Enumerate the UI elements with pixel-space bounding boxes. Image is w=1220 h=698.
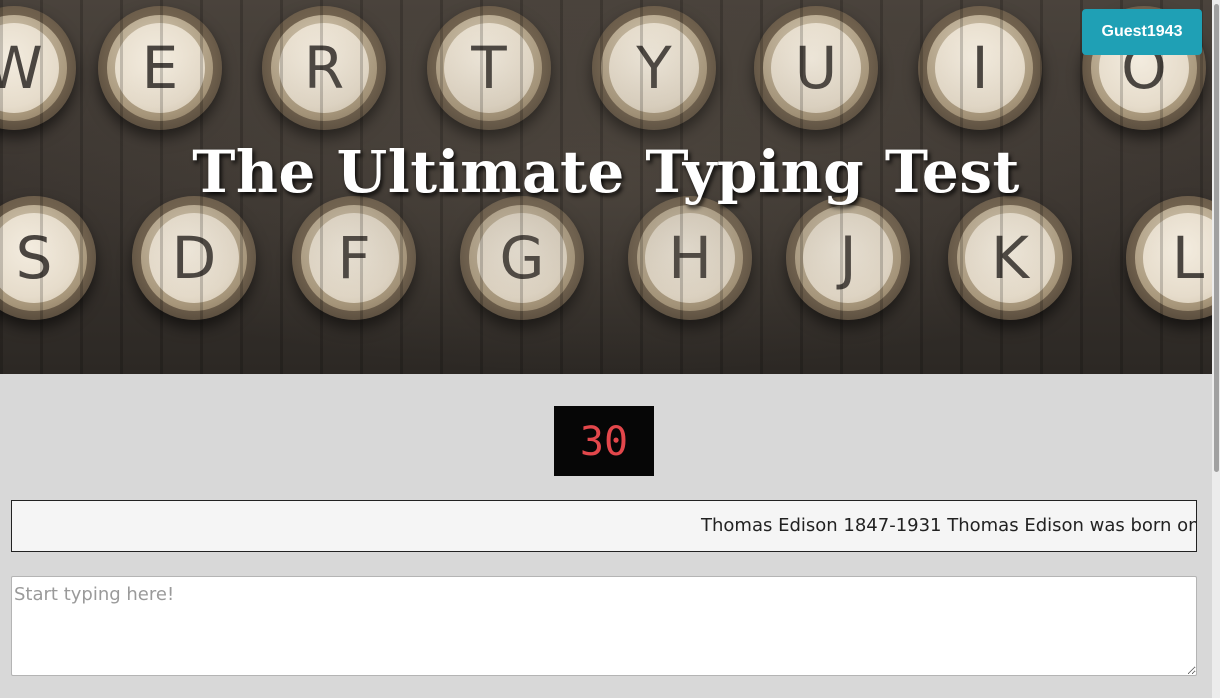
timer-value: 30: [580, 421, 628, 461]
scrollbar-thumb[interactable]: [1214, 4, 1219, 472]
passage-display: Thomas Edison 1847-1931 Thomas Edison wa…: [11, 500, 1197, 552]
typing-input[interactable]: [11, 576, 1197, 676]
timer-digits: 30: [580, 421, 628, 461]
page-title: The Ultimate Typing Test: [192, 138, 1020, 206]
passage-text: Thomas Edison 1847-1931 Thomas Edison wa…: [701, 515, 1197, 536]
countdown-timer: 30: [554, 406, 654, 476]
hero-banner: WERTYUIOSDFGHJKL The Ultimate Typing Tes…: [0, 0, 1212, 374]
user-account-button[interactable]: Guest1943: [1082, 9, 1202, 55]
